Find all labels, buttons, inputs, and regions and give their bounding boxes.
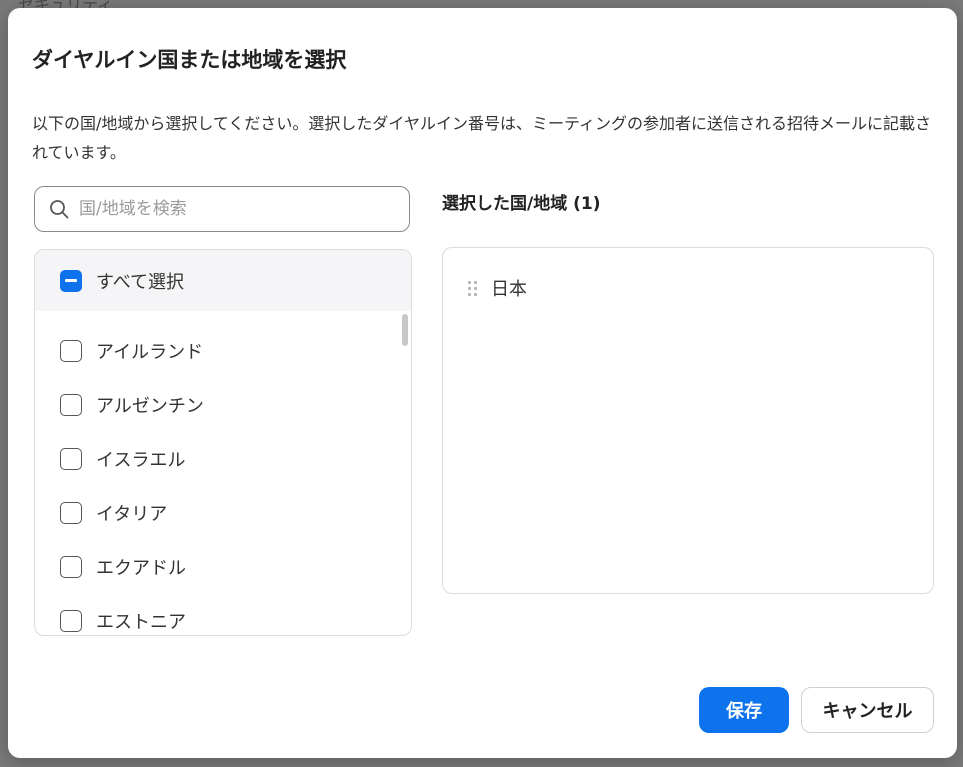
select-all-checkbox[interactable] — [60, 269, 82, 292]
list-item[interactable]: イタリア — [35, 486, 411, 540]
country-list[interactable]: すべて選択 アイルランド アルゼンチン イスラエル イタリア エクアドル エスト… — [34, 249, 412, 636]
list-item[interactable]: アイルランド — [35, 324, 411, 378]
dialog-title: ダイヤルイン国または地域を選択 — [32, 48, 347, 72]
country-label: エストニア — [96, 612, 186, 633]
selected-item[interactable]: 日本 — [468, 275, 527, 301]
selected-item-label: 日本 — [491, 279, 527, 300]
dial-in-country-dialog: ダイヤルイン国または地域を選択 以下の国/地域から選択してください。選択したダイ… — [8, 8, 957, 758]
country-label: イスラエル — [96, 450, 186, 471]
select-all-row[interactable]: すべて選択 — [35, 250, 411, 311]
country-label: エクアドル — [96, 558, 186, 579]
search-input[interactable] — [77, 198, 381, 220]
dialog-description: 以下の国/地域から選択してください。選択したダイヤルイン番号は、ミーティングの参… — [32, 114, 931, 162]
save-button[interactable]: 保存 — [699, 687, 789, 733]
selected-list: 日本 — [442, 247, 934, 594]
list-item[interactable]: イスラエル — [35, 432, 411, 486]
search-icon — [50, 200, 69, 219]
list-item[interactable]: アルゼンチン — [35, 378, 411, 432]
country-checkbox[interactable] — [60, 502, 82, 524]
search-box[interactable] — [34, 186, 410, 232]
list-item[interactable]: エクアドル — [35, 540, 411, 594]
country-label: アルゼンチン — [96, 396, 204, 417]
country-checkbox[interactable] — [60, 394, 82, 416]
country-label: イタリア — [96, 504, 168, 525]
country-checkbox[interactable] — [60, 340, 82, 362]
country-checkbox[interactable] — [60, 610, 82, 632]
list-item[interactable]: エストニア — [35, 594, 411, 635]
list-scrollbar[interactable] — [402, 314, 408, 346]
select-all-label: すべて選択 — [96, 271, 185, 293]
selected-header: 選択した国/地域 (1) — [442, 194, 601, 214]
country-checkbox[interactable] — [60, 556, 82, 578]
cancel-button[interactable]: キャンセル — [801, 687, 934, 733]
country-label: アイルランド — [96, 342, 204, 363]
country-checkbox[interactable] — [60, 448, 82, 470]
drag-handle-icon[interactable] — [468, 280, 477, 296]
country-items: アイルランド アルゼンチン イスラエル イタリア エクアドル エストニア — [35, 311, 411, 635]
